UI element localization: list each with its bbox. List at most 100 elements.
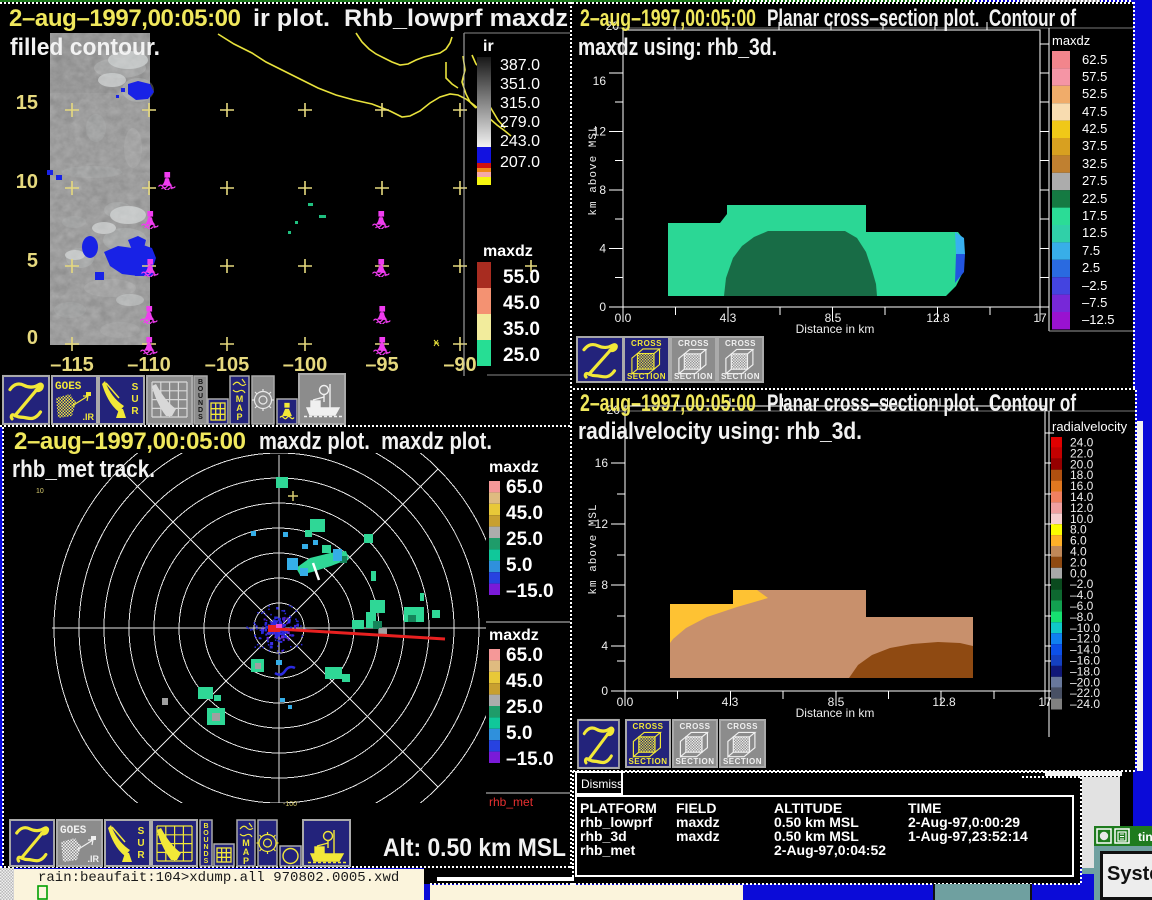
svg-text:O: O <box>198 386 204 393</box>
svg-text:0.0: 0.0 <box>615 311 632 325</box>
svg-text:2–aug–1997,00:05:00: 2–aug–1997,00:05:00 <box>9 5 241 32</box>
svg-text:CROSS: CROSS <box>725 339 756 348</box>
svg-text:16: 16 <box>593 74 607 88</box>
svg-text:SECTION: SECTION <box>675 757 714 766</box>
svg-text:Distance in km: Distance in km <box>796 706 875 720</box>
svg-text:–24.0: –24.0 <box>1070 697 1100 711</box>
svg-text:57.5: 57.5 <box>1082 69 1107 84</box>
svg-text:42.5: 42.5 <box>1082 121 1107 136</box>
svg-text:47.5: 47.5 <box>1082 104 1107 119</box>
svg-text:km above MSL: km above MSL <box>588 503 600 594</box>
svg-text:5: 5 <box>27 250 38 272</box>
svg-text:17.5: 17.5 <box>1082 208 1107 223</box>
svg-text:25.0: 25.0 <box>503 345 540 366</box>
svg-text:Dismiss: Dismiss <box>581 777 623 791</box>
svg-text:P: P <box>236 412 242 422</box>
svg-text:O: O <box>203 830 209 837</box>
svg-text:17: 17 <box>1038 695 1052 709</box>
svg-text:2–aug–1997,00:05:00: 2–aug–1997,00:05:00 <box>14 428 246 455</box>
svg-text:maxdz plot. maxdz plot.: maxdz plot. maxdz plot. <box>259 428 492 455</box>
svg-text:–12.5: –12.5 <box>1082 312 1115 327</box>
svg-text:8: 8 <box>599 183 606 197</box>
svg-text:35.0: 35.0 <box>503 319 540 340</box>
svg-text:45.0: 45.0 <box>506 671 543 692</box>
svg-text:15: 15 <box>16 92 38 114</box>
svg-text:–15.0: –15.0 <box>506 749 554 770</box>
svg-text:U: U <box>198 393 203 400</box>
svg-text:279.0: 279.0 <box>500 114 540 131</box>
svg-text:315.0: 315.0 <box>500 95 540 112</box>
svg-text:rhb_met: rhb_met <box>489 795 534 809</box>
svg-text:32.5: 32.5 <box>1082 156 1107 171</box>
svg-text:45.0: 45.0 <box>503 293 540 314</box>
svg-text:Syster: Syster <box>1107 863 1152 885</box>
svg-text:4.3: 4.3 <box>722 695 739 709</box>
svg-text:.IR: .IR <box>82 412 94 422</box>
svg-text:D: D <box>198 407 203 414</box>
svg-text:25.0: 25.0 <box>506 529 543 550</box>
svg-text:–115: –115 <box>50 354 93 376</box>
svg-text:12.8: 12.8 <box>932 695 956 709</box>
svg-text:–95: –95 <box>365 354 398 376</box>
svg-text:N: N <box>198 400 203 407</box>
svg-text:207.0: 207.0 <box>500 154 540 171</box>
svg-text:CROSS: CROSS <box>631 339 662 348</box>
svg-text:10: 10 <box>16 171 38 193</box>
svg-text:17: 17 <box>1033 311 1047 325</box>
svg-text:0: 0 <box>601 684 608 698</box>
svg-text:0: 0 <box>27 327 38 349</box>
svg-text:5.0: 5.0 <box>506 555 532 576</box>
svg-text:–110: –110 <box>127 354 170 376</box>
svg-text:37.5: 37.5 <box>1082 138 1107 153</box>
svg-text:B: B <box>203 823 208 830</box>
svg-text:–15.0: –15.0 <box>506 581 554 602</box>
svg-text:-100: -100 <box>283 801 297 808</box>
svg-text:radialvelocity: radialvelocity <box>1052 419 1128 434</box>
svg-text:U: U <box>203 837 208 844</box>
svg-text:S: S <box>198 414 203 421</box>
svg-text:4: 4 <box>599 242 606 256</box>
svg-text:243.0: 243.0 <box>500 133 540 150</box>
svg-text:SECTION: SECTION <box>674 372 713 381</box>
svg-text:ir plot. Rhb_lowprf maxdz: ir plot. Rhb_lowprf maxdz <box>253 5 568 32</box>
svg-text:CROSS: CROSS <box>727 722 758 731</box>
svg-text:5.0: 5.0 <box>506 723 532 744</box>
svg-text:S: S <box>138 826 145 837</box>
svg-text:GOES: GOES <box>55 381 82 393</box>
svg-text:radialvelocity using: rhb_3d.: radialvelocity using: rhb_3d. <box>578 418 862 445</box>
svg-text:4: 4 <box>601 639 608 653</box>
svg-text:maxdz: maxdz <box>489 627 539 644</box>
svg-text:tin: tin <box>1138 830 1152 844</box>
svg-text:B: B <box>198 379 203 386</box>
svg-text:Planar cross–section plot. Co: Planar cross–section plot. Contour of <box>767 390 1077 417</box>
svg-text:351.0: 351.0 <box>500 76 540 93</box>
svg-text:25.0: 25.0 <box>506 697 543 718</box>
svg-text:SECTION: SECTION <box>628 757 667 766</box>
svg-text:–90: –90 <box>443 354 476 376</box>
svg-text:N: N <box>203 844 208 851</box>
svg-text:16: 16 <box>595 456 609 470</box>
svg-text:4.3: 4.3 <box>720 311 737 325</box>
svg-text:rhb_met: rhb_met <box>580 842 636 858</box>
svg-text:387.0: 387.0 <box>500 57 540 74</box>
svg-text:P: P <box>243 856 249 866</box>
svg-text:10: 10 <box>36 488 44 495</box>
svg-text:22.5: 22.5 <box>1082 191 1107 206</box>
svg-text:2–aug–1997,00:05:00: 2–aug–1997,00:05:00 <box>580 390 756 417</box>
svg-text:GOES: GOES <box>60 825 87 837</box>
svg-text:65.0: 65.0 <box>506 477 543 498</box>
svg-text:Planar cross–section plot. Co: Planar cross–section plot. Contour of <box>767 5 1077 32</box>
svg-text:rain:beaufait:104>xdump.all 9: rain:beaufait:104>xdump.all 970802.0005.… <box>38 870 399 886</box>
svg-text:7.5: 7.5 <box>1082 243 1100 258</box>
svg-text:1-Aug-97,23:52:14: 1-Aug-97,23:52:14 <box>908 828 1028 844</box>
svg-text:8: 8 <box>601 578 608 592</box>
svg-text:ir: ir <box>483 38 494 55</box>
svg-text:CROSS: CROSS <box>633 722 664 731</box>
svg-text:12.5: 12.5 <box>1082 225 1107 240</box>
svg-text:maxdz: maxdz <box>483 243 533 260</box>
svg-text:65.0: 65.0 <box>506 645 543 666</box>
svg-text:D: D <box>203 851 208 858</box>
svg-text:45.0: 45.0 <box>506 503 543 524</box>
svg-text:62.5: 62.5 <box>1082 52 1107 67</box>
svg-text:52.5: 52.5 <box>1082 86 1107 101</box>
